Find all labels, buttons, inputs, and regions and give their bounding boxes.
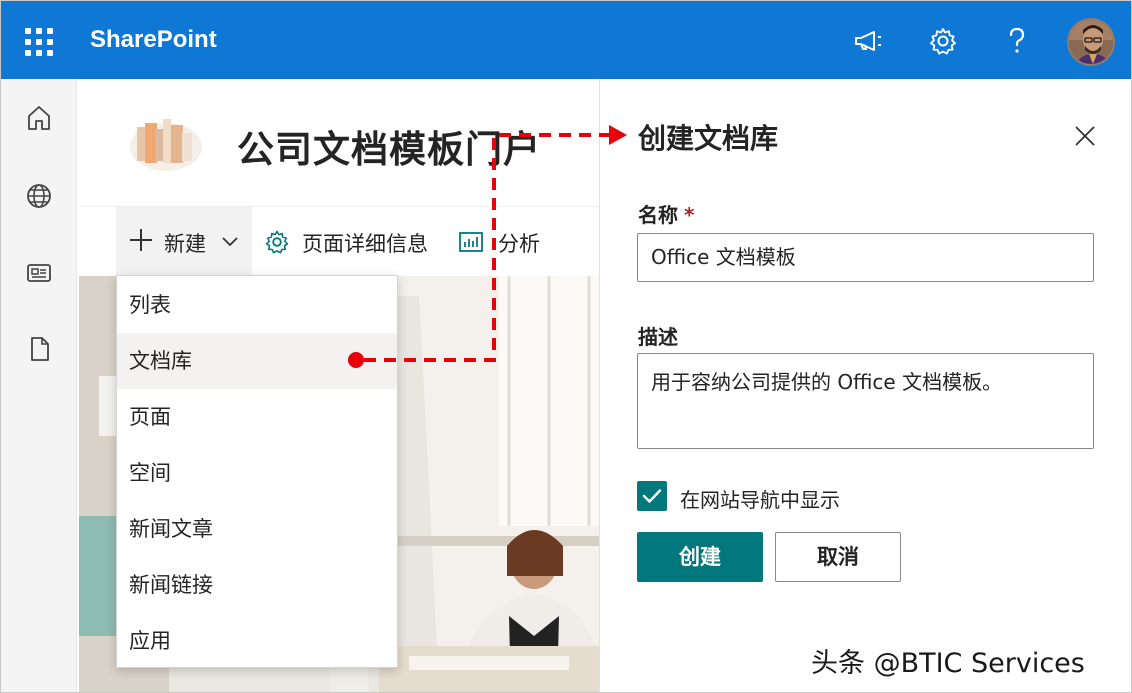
new-menu: 列表 文档库 页面 空间 新闻文章 新闻链接 应用 — [116, 275, 398, 668]
create-library-panel: 创建文档库 名称 * Office 文档模板 描述 用于容纳公司提供的 Offic… — [599, 79, 1131, 692]
required-marker: * — [684, 203, 695, 227]
create-button[interactable]: 创建 — [637, 532, 763, 582]
megaphone-icon[interactable] — [852, 25, 884, 57]
analytics-button[interactable]: 分析 — [498, 228, 540, 258]
menu-item-document-library[interactable]: 文档库 — [117, 333, 397, 389]
left-app-bar — [1, 79, 77, 692]
name-input[interactable]: Office 文档模板 — [637, 233, 1094, 282]
user-avatar[interactable] — [1067, 18, 1115, 66]
document-icon[interactable] — [25, 335, 53, 363]
new-button[interactable]: 新建 — [116, 207, 252, 276]
analytics-icon[interactable] — [458, 230, 484, 254]
panel-title: 创建文档库 — [638, 122, 779, 155]
show-in-nav-checkbox[interactable] — [637, 481, 667, 511]
page-details-gear-icon[interactable] — [264, 229, 290, 255]
home-icon[interactable] — [25, 104, 53, 132]
help-icon[interactable] — [1001, 25, 1033, 57]
menu-item-space[interactable]: 空间 — [117, 445, 397, 501]
watermark: 头条 @BTIC Services — [811, 648, 1085, 679]
site-logo[interactable] — [127, 107, 205, 173]
menu-item-app[interactable]: 应用 — [117, 613, 397, 669]
checkmark-icon — [642, 489, 662, 503]
cancel-button[interactable]: 取消 — [775, 532, 901, 582]
plus-icon — [130, 229, 152, 251]
news-icon[interactable] — [25, 259, 53, 287]
name-field-label: 名称 * — [638, 203, 695, 227]
page-details-button[interactable]: 页面详细信息 — [302, 228, 428, 258]
brand-name[interactable]: SharePoint — [90, 26, 217, 54]
command-bar: 新建 页面详细信息 分析 — [79, 206, 599, 276]
menu-item-news-post[interactable]: 新闻文章 — [117, 501, 397, 557]
close-icon[interactable] — [1074, 125, 1096, 147]
settings-gear-icon[interactable] — [927, 25, 959, 57]
menu-item-page[interactable]: 页面 — [117, 389, 397, 445]
new-button-label: 新建 — [164, 232, 206, 256]
show-in-nav-label[interactable]: 在网站导航中显示 — [680, 484, 840, 513]
sharepoint-window: SharePoint 公司文档模板门户 新建 页面详细信息 分析 列表 文档库 … — [0, 0, 1132, 693]
description-input[interactable]: 用于容纳公司提供的 Office 文档模板。 — [637, 353, 1094, 449]
globe-icon[interactable] — [25, 182, 53, 210]
menu-item-list[interactable]: 列表 — [117, 277, 397, 333]
app-launcher-icon[interactable] — [25, 28, 53, 56]
site-title: 公司文档模板门户 — [237, 128, 541, 171]
description-field-label: 描述 — [638, 325, 678, 349]
suite-bar: SharePoint — [1, 1, 1131, 79]
chevron-down-icon — [222, 237, 238, 247]
menu-item-news-link[interactable]: 新闻链接 — [117, 557, 397, 613]
